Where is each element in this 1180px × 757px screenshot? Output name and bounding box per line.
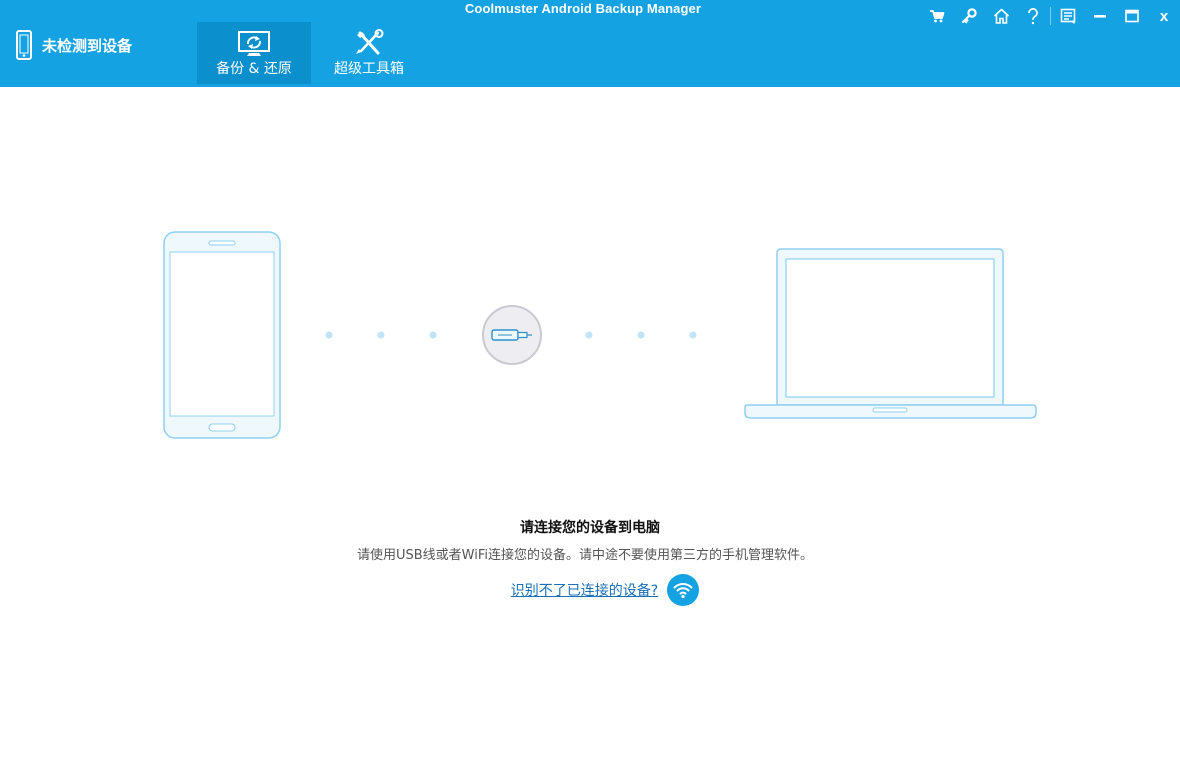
header-bar: Coolmuster Android Backup Manager 未检测到设备… [0, 0, 1180, 87]
minimize-icon [1094, 15, 1106, 18]
register-button[interactable] [953, 4, 985, 28]
toolbox-icon [356, 29, 384, 55]
wifi-icon [673, 583, 693, 599]
home-button[interactable] [985, 4, 1017, 28]
key-icon [962, 8, 977, 24]
wifi-connect-button[interactable] [667, 574, 700, 606]
help-row: 识别不了已连接的设备? [0, 574, 1180, 606]
connection-dot [325, 331, 333, 339]
maximize-button[interactable] [1116, 4, 1148, 28]
close-button[interactable]: x [1148, 4, 1180, 28]
phone-illustration-icon [163, 231, 281, 439]
phone-icon [16, 30, 32, 60]
maximize-icon [1125, 9, 1139, 23]
home-icon [993, 8, 1009, 24]
tab-backup-restore[interactable]: 备份 & 还原 [197, 22, 311, 84]
titlebar-separator [1050, 7, 1051, 25]
connect-prompt-title: 请连接您的设备到电脑 [520, 520, 660, 536]
connection-dot [585, 331, 593, 339]
device-not-recognized-link[interactable]: 识别不了已连接的设备? [511, 580, 658, 600]
cart-button[interactable] [921, 4, 953, 28]
laptop-illustration-icon [744, 248, 1037, 419]
connection-dot [637, 331, 645, 339]
connection-illustration [163, 231, 1037, 439]
connection-dot [689, 331, 697, 339]
help-icon [1028, 7, 1038, 24]
feedback-icon [1060, 8, 1076, 24]
connection-dot [429, 331, 437, 339]
backup-restore-icon [238, 31, 270, 56]
connect-prompt-subtitle: 请使用USB线或者WiFi连接您的设备。请中途不要使用第三方的手机管理软件。 [356, 548, 813, 563]
help-button[interactable] [1017, 4, 1049, 28]
titlebar-buttons: x [921, 4, 1180, 28]
device-status-label: 未检测到设备 [42, 36, 133, 55]
connection-dot [377, 331, 385, 339]
close-icon: x [1159, 7, 1169, 25]
usb-connector-icon [482, 305, 542, 365]
feedback-button[interactable] [1052, 4, 1084, 28]
tab-backup-restore-label: 备份 & 还原 [216, 61, 292, 77]
tab-toolbox-label: 超级工具箱 [334, 61, 404, 77]
device-status[interactable]: 未检测到设备 [14, 30, 132, 60]
minimize-button[interactable] [1084, 4, 1116, 28]
cart-icon [930, 10, 945, 23]
main-content: 请连接您的设备到电脑 请使用USB线或者WiFi连接您的设备。请中途不要使用第三… [0, 87, 1180, 757]
app-window: Coolmuster Android Backup Manager 未检测到设备… [0, 0, 1180, 757]
tab-toolbox[interactable]: 超级工具箱 [312, 22, 426, 84]
